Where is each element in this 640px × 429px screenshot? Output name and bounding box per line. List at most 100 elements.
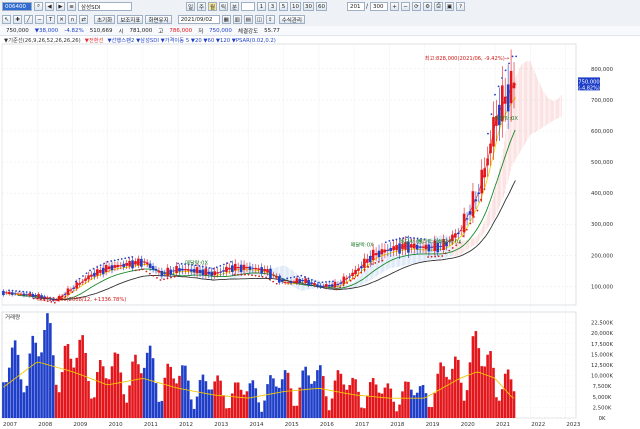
psar-dot [349,279,352,282]
chart-canvas[interactable]: 거래량 최고:828,000(2021/06, -9.42%)→ 최저:52,200… [0,0,640,429]
volume-bar [439,362,442,418]
psar-dot [127,256,130,259]
psar-dot [156,276,158,279]
volume-bar [283,370,287,418]
psar-dot [251,274,253,277]
candle-body [489,143,492,154]
psar-dot [159,279,162,281]
candle-body [251,267,255,269]
volume-bar [131,361,134,418]
volume-bar [451,368,454,418]
psar-dot [131,255,134,258]
psar-dot [152,274,155,277]
psar-dot [106,260,109,263]
candle-body [266,269,269,273]
psar-dot [296,275,299,278]
volume-tick-label: 12,500K [591,363,614,369]
psar-dot [110,260,113,262]
psar-dot [145,270,148,273]
candle-body [368,255,372,263]
psar-dot [377,260,380,263]
psar-dot [92,267,95,270]
volume-bar [216,375,219,418]
psar-dot [367,266,370,268]
volume-bar [427,406,431,418]
volume-bar [421,385,425,418]
volume-bar [19,379,23,418]
candle-body [128,261,131,267]
candle-body [336,284,340,286]
candlesticks [2,49,516,302]
candle-body [78,283,82,285]
year-tick-label: 2022 [531,422,545,428]
candle-body [175,265,178,273]
candle-body [75,282,79,289]
volume-bar [51,355,55,418]
year-tick-label: 2012 [179,422,193,428]
volume-bar [257,402,261,418]
year-tick-label: 2014 [250,422,264,428]
candle-body [307,279,310,286]
psar-dot [335,288,338,291]
volume-bar [239,389,243,418]
candle-body [137,258,140,266]
candle-body [272,274,275,276]
volume-bar [84,352,87,418]
candle-body [468,211,472,215]
candle-body [327,284,331,287]
psar-dot [328,280,331,283]
candle-body [310,282,313,285]
psar-dot [96,266,98,268]
psar-dot [448,249,451,252]
volume-bar [348,385,351,418]
candle-body [110,265,114,271]
year-tick-label: 2013 [214,422,228,428]
psar-dot [374,262,377,264]
volume-bar [500,389,504,418]
volume-bar [145,352,149,418]
candle-body [186,269,190,271]
ichimoku-cloud [1,61,562,303]
candle-body [93,272,96,277]
candle-body [25,294,29,296]
candle-body [98,270,102,273]
volume-bar [98,360,102,418]
volume-bar [128,385,131,418]
psar-dot [138,268,141,271]
volume-bar [266,384,269,418]
ma5-line [3,84,517,301]
volume-tick-label: 15,000K [591,352,614,358]
psar-dots [8,55,518,304]
candle-body [260,267,263,274]
candle-body [189,269,193,272]
psar-dot [173,275,176,278]
candle-body [427,244,431,252]
candle-body [154,268,158,271]
volume-bar [389,388,393,418]
candle-body [439,246,442,247]
volume-bar [181,365,184,418]
candle-body [178,268,181,272]
psar-dot [427,256,429,258]
candle-body [275,275,278,278]
psar-dot [406,236,408,239]
candle-body [454,233,457,238]
year-tick-label: 2011 [144,422,158,428]
psar-dot [71,291,74,293]
candle-body [480,169,484,194]
volume-bar [289,388,293,418]
psar-dot [391,239,394,242]
psar-dot [103,262,106,265]
candle-body [269,268,272,279]
chart-annotation: 최고:828,000(2021/06, -9.42%)→ [425,54,510,62]
chart-annotation: 매달락:0X [185,259,208,267]
psar-dot [381,259,384,262]
volume-bar [377,392,381,418]
volume-bar [495,397,498,418]
candle-body [107,266,111,270]
candle-body [19,293,23,295]
volume-bar [175,383,178,418]
candle-body [142,261,146,263]
psar-dot [120,258,123,260]
candle-body [257,268,261,270]
